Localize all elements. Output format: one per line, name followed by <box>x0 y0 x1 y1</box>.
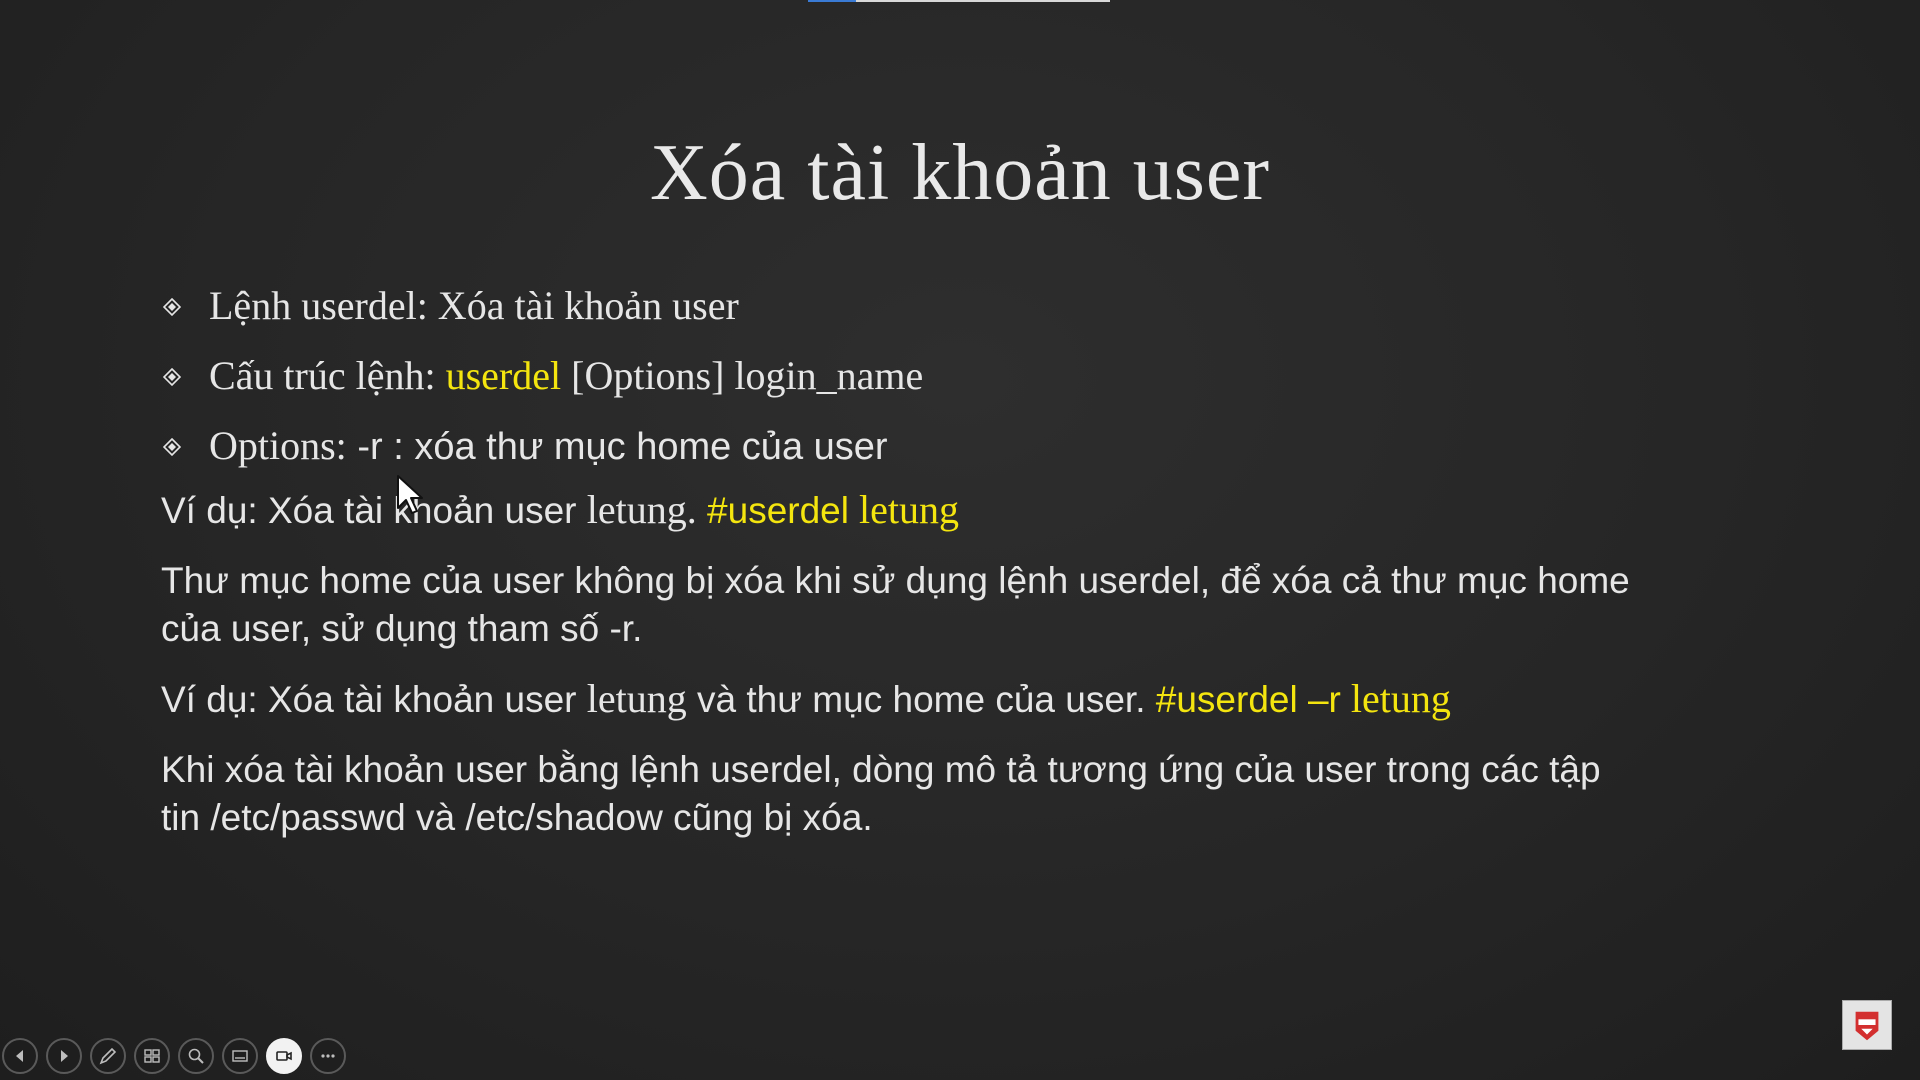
example-delete-user-home: Ví dụ: Xóa tài khoản user letung và thư … <box>161 675 1781 724</box>
bullet-text-prefix: Cấu trúc lệnh: <box>209 353 446 398</box>
next-slide-icon <box>61 1050 68 1062</box>
channel-logo <box>1842 1000 1892 1050</box>
example-command-arg: letung <box>1340 676 1451 721</box>
pen-tool-button[interactable] <box>90 1038 126 1074</box>
next-slide-button[interactable] <box>46 1038 82 1074</box>
bullet-item-syntax: Cấu trúc lệnh: userdel [Options] login_n… <box>161 346 1781 416</box>
slide-title: Xóa tài khoản user <box>649 129 1271 217</box>
previous-slide-icon <box>16 1050 23 1062</box>
note-line-1: Khi xóa tài khoản user bằng lệnh userdel… <box>161 749 1601 790</box>
see-all-slides-button[interactable] <box>134 1038 170 1074</box>
example-command-arg: letung <box>848 487 959 532</box>
note-line-2: tin /etc/passwd và /etc/shadow cũng bị x… <box>161 797 873 838</box>
more-options-icon <box>321 1054 335 1058</box>
mouse-cursor-icon <box>397 475 423 514</box>
subtitles-icon <box>232 1050 248 1062</box>
example-text: Ví dụ: Xóa tài khoản user <box>161 490 587 531</box>
options-description: -r : xóa thư mục home của user <box>346 426 888 468</box>
camera-icon <box>276 1051 292 1061</box>
channel-logo-icon <box>1855 1011 1879 1041</box>
bullet-text-suffix: [Options] login_name <box>561 353 924 398</box>
pen-icon <box>99 1047 117 1065</box>
slide-progress-bar <box>808 0 1110 2</box>
command-highlight: userdel <box>445 353 562 398</box>
note-passwd-shadow: Khi xóa tài khoản user bằng lệnh userdel… <box>161 746 1781 842</box>
diamond-bullet-icon <box>163 298 181 316</box>
zoom-icon <box>188 1048 204 1064</box>
note-home-directory: Thư mục home của user không bị xóa khi s… <box>161 557 1781 653</box>
previous-slide-button[interactable] <box>2 1038 38 1074</box>
note-line-1: Thư mục home của user không bị xóa khi s… <box>161 560 1630 601</box>
slide-progress-fill <box>808 0 857 2</box>
bullet-text: Lệnh userdel: Xóa tài khoản user <box>209 283 739 328</box>
bullet-item-command: Lệnh userdel: Xóa tài khoản user <box>161 276 1781 346</box>
note-line-2: của user, sử dụng tham số -r. <box>161 608 643 649</box>
zoom-button[interactable] <box>178 1038 214 1074</box>
more-options-button[interactable] <box>310 1038 346 1074</box>
camera-toggle-button[interactable] <box>266 1038 302 1074</box>
subtitles-button[interactable] <box>222 1038 258 1074</box>
example-command: #userdel <box>707 490 849 531</box>
presentation-slide: Xóa tài khoản user Lệnh userdel: Xóa tài… <box>0 0 1920 1080</box>
example-text: Ví dụ: Xóa tài khoản user <box>161 679 587 720</box>
example-command: #userdel –r <box>1155 679 1341 720</box>
example-username: letung. <box>586 487 697 532</box>
slideshow-controls <box>2 1038 346 1078</box>
example-text-cont: và thư mục home của user. <box>686 679 1156 720</box>
bullet-text-prefix: Options: <box>209 423 347 468</box>
diamond-bullet-icon <box>163 438 181 456</box>
diamond-bullet-icon <box>163 368 181 386</box>
slide-body: Lệnh userdel: Xóa tài khoản user Cấu trú… <box>161 276 1781 864</box>
all-slides-icon <box>144 1049 160 1063</box>
example-username: letung <box>586 676 687 721</box>
